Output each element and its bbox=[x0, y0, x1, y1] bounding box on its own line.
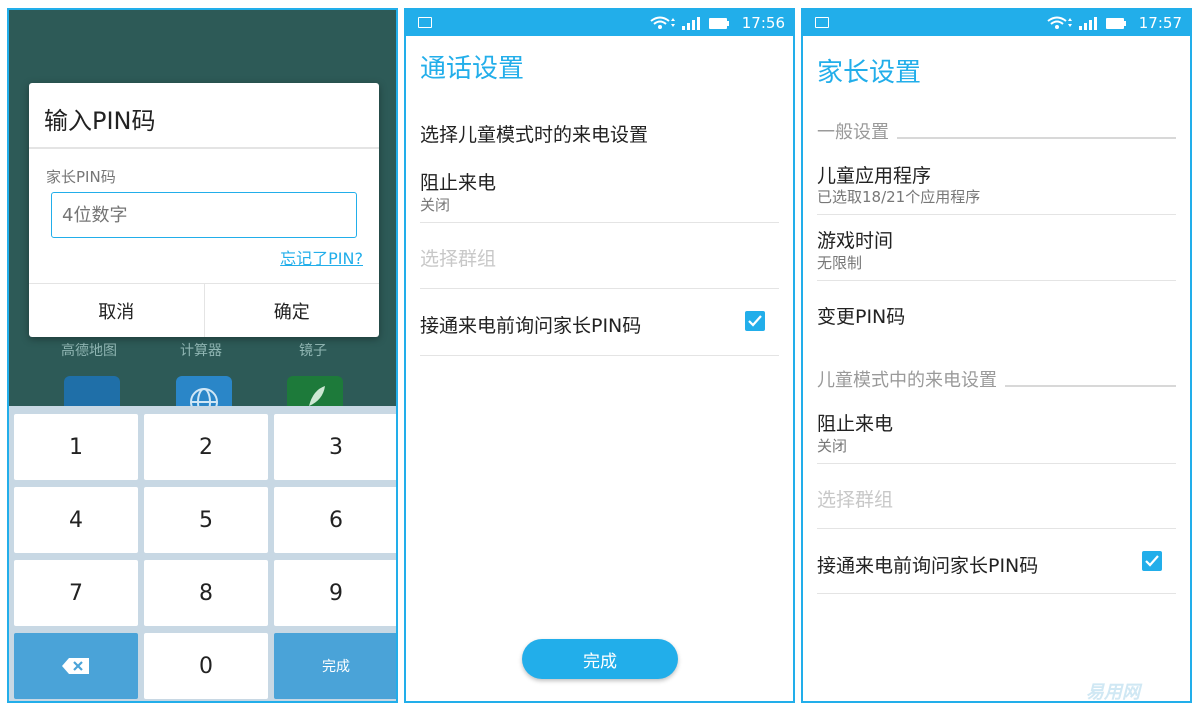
app-label-amap: 高德地图 bbox=[61, 343, 117, 359]
section-calls-label: 儿童模式中的来电设置 bbox=[817, 370, 997, 391]
dialog-divider bbox=[29, 147, 379, 149]
kids-apps-title: 儿童应用程序 bbox=[817, 165, 932, 187]
divider bbox=[420, 222, 779, 223]
block-calls-value: 关闭 bbox=[817, 437, 848, 455]
key-6[interactable]: 6 bbox=[274, 487, 396, 553]
status-bar: 17:57 bbox=[803, 10, 1190, 36]
status-icons bbox=[1047, 16, 1126, 30]
section-line bbox=[1005, 385, 1176, 387]
section-general: 一般设置 bbox=[817, 120, 1176, 143]
image-notification-icon bbox=[815, 17, 829, 28]
cancel-button[interactable]: 取消 bbox=[29, 284, 204, 337]
kids-apps-subtitle: 已选取18/21个应用程序 bbox=[817, 188, 981, 206]
pin-dialog: 输入PIN码 家长PIN码 忘记了PIN? 取消 确定 bbox=[29, 83, 379, 337]
pin-input[interactable] bbox=[51, 192, 357, 238]
block-calls-value: 关闭 bbox=[420, 196, 451, 214]
status-bar: 17:56 bbox=[406, 10, 793, 36]
page-title: 通话设置 bbox=[420, 54, 525, 84]
call-settings-header: 选择儿童模式时的来电设置 bbox=[420, 124, 649, 146]
divider bbox=[817, 214, 1176, 215]
check-icon bbox=[748, 315, 762, 327]
done-button[interactable]: 完成 bbox=[522, 639, 678, 679]
status-time: 17:57 bbox=[1138, 14, 1182, 32]
select-group-row: 选择群组 bbox=[420, 248, 497, 270]
pin-entry-screen: 高德地图 计算器 镜子 输入PIN码 家长PIN码 忘记了PIN? 取消 确定 … bbox=[7, 8, 398, 703]
globe-icon bbox=[190, 388, 218, 416]
backspace-key[interactable] bbox=[14, 633, 138, 699]
block-calls-title: 阻止来电 bbox=[420, 172, 497, 194]
numeric-keypad: 1 2 3 4 5 6 7 8 9 0 完成 bbox=[9, 406, 396, 701]
change-pin-row[interactable]: 变更PIN码 bbox=[817, 302, 905, 329]
section-general-label: 一般设置 bbox=[817, 122, 889, 143]
dialog-buttons: 取消 确定 bbox=[29, 283, 379, 337]
select-group-row: 选择群组 bbox=[817, 489, 894, 511]
key-0[interactable]: 0 bbox=[144, 633, 268, 699]
play-time-title: 游戏时间 bbox=[817, 230, 894, 252]
play-time-subtitle: 无限制 bbox=[817, 254, 863, 272]
calculator-app-icon[interactable] bbox=[176, 376, 232, 416]
key-9[interactable]: 9 bbox=[274, 560, 396, 626]
key-8[interactable]: 8 bbox=[144, 560, 268, 626]
key-5[interactable]: 5 bbox=[144, 487, 268, 553]
confirm-button[interactable]: 确定 bbox=[203, 284, 380, 337]
key-7[interactable]: 7 bbox=[14, 560, 138, 626]
divider bbox=[420, 288, 779, 289]
keypad-done-key[interactable]: 完成 bbox=[274, 633, 396, 699]
amap-app-icon[interactable] bbox=[64, 376, 120, 406]
dialog-title: 输入PIN码 bbox=[44, 107, 156, 135]
backspace-icon bbox=[62, 658, 89, 674]
ask-pin-label: 接通来电前询问家长PIN码 bbox=[420, 315, 642, 337]
watermark-logo: 易用网 bbox=[1086, 682, 1140, 703]
leaf-icon bbox=[309, 386, 325, 406]
divider bbox=[817, 528, 1176, 529]
pin-field-label: 家长PIN码 bbox=[46, 168, 116, 186]
battery-icon bbox=[1106, 18, 1124, 29]
divider bbox=[817, 280, 1176, 281]
check-icon bbox=[1145, 555, 1159, 567]
signal-icon bbox=[682, 26, 685, 30]
block-calls-title: 阻止来电 bbox=[817, 413, 894, 435]
section-calls: 儿童模式中的来电设置 bbox=[817, 368, 1176, 391]
app-label-mirror: 镜子 bbox=[299, 343, 327, 359]
ask-pin-checkbox[interactable] bbox=[745, 311, 765, 331]
key-4[interactable]: 4 bbox=[14, 487, 138, 553]
image-notification-icon bbox=[418, 17, 432, 28]
status-icons bbox=[650, 16, 729, 30]
key-3[interactable]: 3 bbox=[274, 414, 396, 480]
divider bbox=[817, 463, 1176, 464]
battery-icon bbox=[709, 18, 727, 29]
section-line bbox=[897, 137, 1176, 139]
call-settings-screen: 17:56 通话设置 选择儿童模式时的来电设置 阻止来电 关闭 选择群组 接通来… bbox=[404, 8, 795, 703]
ask-pin-checkbox[interactable] bbox=[1142, 551, 1162, 571]
key-1[interactable]: 1 bbox=[14, 414, 138, 480]
page-title: 家长设置 bbox=[817, 58, 922, 88]
divider bbox=[420, 355, 779, 356]
divider bbox=[817, 593, 1176, 594]
key-2[interactable]: 2 bbox=[144, 414, 268, 480]
signal-icon bbox=[1079, 26, 1082, 30]
app-label-calculator: 计算器 bbox=[180, 343, 222, 359]
mirror-app-icon[interactable] bbox=[287, 376, 343, 406]
parental-settings-screen: 17:57 家长设置 一般设置 儿童应用程序 已选取18/21个应用程序 游戏时… bbox=[801, 8, 1192, 703]
forgot-pin-link[interactable]: 忘记了PIN? bbox=[280, 245, 363, 269]
status-time: 17:56 bbox=[741, 14, 785, 32]
ask-pin-label: 接通来电前询问家长PIN码 bbox=[817, 555, 1039, 577]
